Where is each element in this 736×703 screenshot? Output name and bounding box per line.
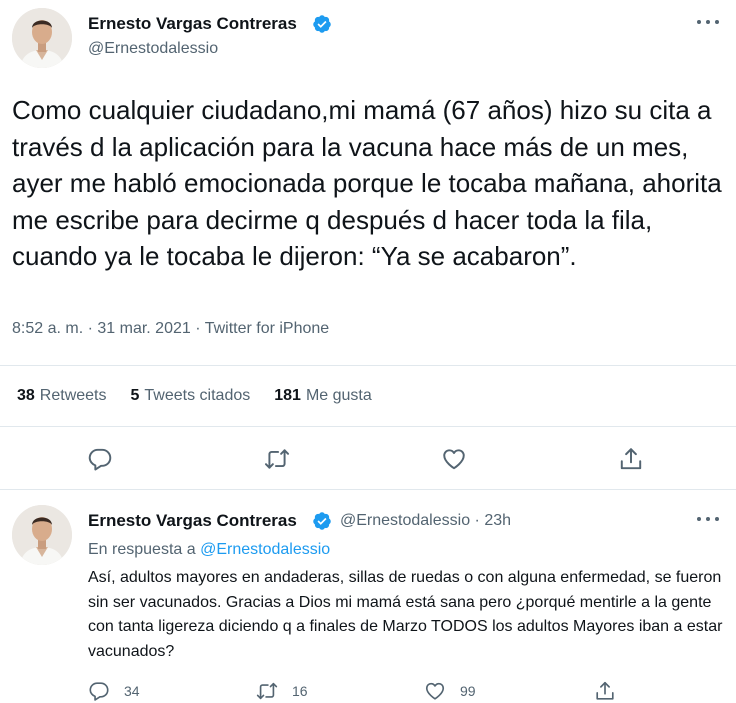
retweet-icon[interactable] [264,446,290,472]
reply-reply-button[interactable]: 34 [88,680,140,702]
reply-icon [89,682,109,701]
avatar-photo [12,8,72,68]
retweets-stat[interactable]: 38 Retweets [17,387,107,405]
retweet-count: 16 [292,683,308,699]
likes-label: Me gusta [305,387,372,404]
share-icon [596,681,614,700]
reply-share-button[interactable] [594,680,616,702]
divider [0,426,736,427]
retweets-label: Retweets [39,387,107,404]
divider [0,365,736,366]
reply-icon[interactable] [87,446,113,472]
retweet-icon [256,682,278,700]
verified-badge-icon [313,15,331,33]
verified-badge-icon [313,512,331,530]
reply-author-handle-time: @Ernestodalessio · 23h [340,512,511,530]
reply-author-avatar[interactable] [12,505,72,565]
reply-text: Así, adultos mayores en andaderas, silla… [88,569,723,660]
quotes-stat[interactable]: 5 Tweets citados [131,387,251,405]
likes-count: 181 [274,387,301,404]
reply-count: 34 [124,683,140,699]
reply-prefix: En respuesta a [88,541,196,558]
likes-stat[interactable]: 181 Me gusta [274,387,372,405]
reply-author-name[interactable]: Ernesto Vargas Contreras [88,511,297,531]
share-icon[interactable] [618,446,644,472]
reply-like-button[interactable]: 99 [424,680,476,702]
quotes-count: 5 [130,387,140,404]
author-name[interactable]: Ernesto Vargas Contreras [88,14,297,34]
author-avatar[interactable] [12,8,72,68]
reply-retweet-button[interactable]: 16 [256,680,308,702]
like-count: 99 [460,683,476,699]
more-options-icon[interactable] [697,18,719,26]
author-handle[interactable]: @Ernestodalessio [88,40,218,58]
tweet-meta[interactable]: 8:52 a. m. · 31 mar. 2021 · Twitter for … [12,320,329,338]
retweets-count: 38 [17,387,35,404]
tweet-text: Como cualquier ciudadano,mi mamá (67 año… [12,95,722,271]
like-icon[interactable] [441,446,467,472]
reply-target-link[interactable]: @Ernestodalessio [200,541,330,558]
reply-time[interactable]: · 23h [475,512,511,529]
reply-author-handle[interactable]: @Ernestodalessio [340,512,470,529]
avatar-photo [12,505,72,565]
more-options-icon[interactable] [697,515,719,523]
divider [0,489,736,490]
reply-context: En respuesta a @Ernestodalessio [88,541,330,559]
like-icon [425,682,445,700]
quotes-label: Tweets citados [144,387,251,404]
tweet-stats: 38 Retweets 5 Tweets citados 181 Me gusta [17,387,372,405]
